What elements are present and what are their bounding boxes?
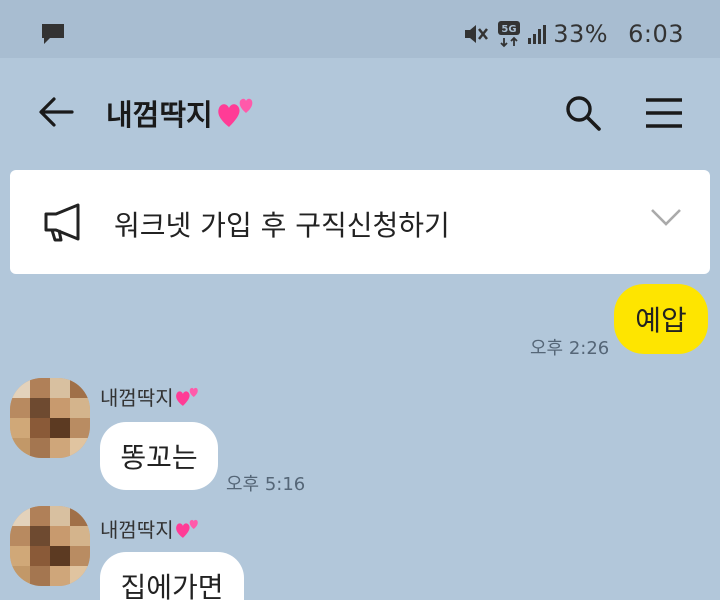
friend-message-bubble[interactable]: 집에가면	[100, 552, 244, 600]
message-text: 예압	[635, 304, 687, 337]
5g-label: 5G	[502, 24, 517, 35]
two-hearts-icon	[175, 387, 198, 406]
back-arrow-icon[interactable]	[38, 94, 74, 130]
my-message-bubble[interactable]: 예압	[614, 284, 708, 354]
sender-name: 내껌딱지	[100, 382, 202, 411]
avatar[interactable]	[10, 506, 90, 586]
avatar[interactable]	[10, 378, 90, 458]
blurred-profile-image	[10, 506, 90, 586]
blurred-profile-image	[10, 378, 90, 458]
notice-text: 워크넷 가입 후 구직신청하기	[114, 209, 450, 242]
message-time: 오후 5:16	[226, 474, 306, 495]
signal-strength-icon	[528, 25, 547, 44]
clock: 6:03	[628, 20, 684, 48]
two-hearts-icon	[175, 519, 198, 538]
chat-header: 내껌딱지	[0, 58, 720, 170]
battery-percent: 33%	[553, 20, 609, 48]
sender-name-text: 내껌딱지	[100, 518, 174, 542]
5g-network-icon: 5G	[498, 21, 521, 48]
notice-banner[interactable]: 워크넷 가입 후 구직신청하기	[10, 170, 710, 274]
megaphone-icon	[44, 203, 80, 242]
chat-title: 내껌딱지	[106, 92, 259, 134]
vibrate-mute-icon	[465, 25, 489, 43]
menu-icon[interactable]	[644, 96, 684, 130]
two-hearts-icon	[218, 98, 253, 127]
friend-message-bubble[interactable]: 똥꼬는	[100, 422, 218, 490]
chat-title-text: 내껌딱지	[106, 98, 213, 132]
message-text: 똥꼬는	[120, 441, 198, 474]
message-time: 오후 2:26	[530, 338, 610, 359]
message-notification-icon	[42, 24, 64, 44]
message-text: 집에가면	[120, 571, 224, 600]
chevron-down-icon[interactable]	[650, 206, 682, 230]
search-icon[interactable]	[564, 94, 602, 132]
sender-name: 내껌딱지	[100, 514, 202, 543]
status-bar: 5G 33% 6:03	[0, 0, 720, 58]
sender-name-text: 내껌딱지	[100, 386, 174, 410]
